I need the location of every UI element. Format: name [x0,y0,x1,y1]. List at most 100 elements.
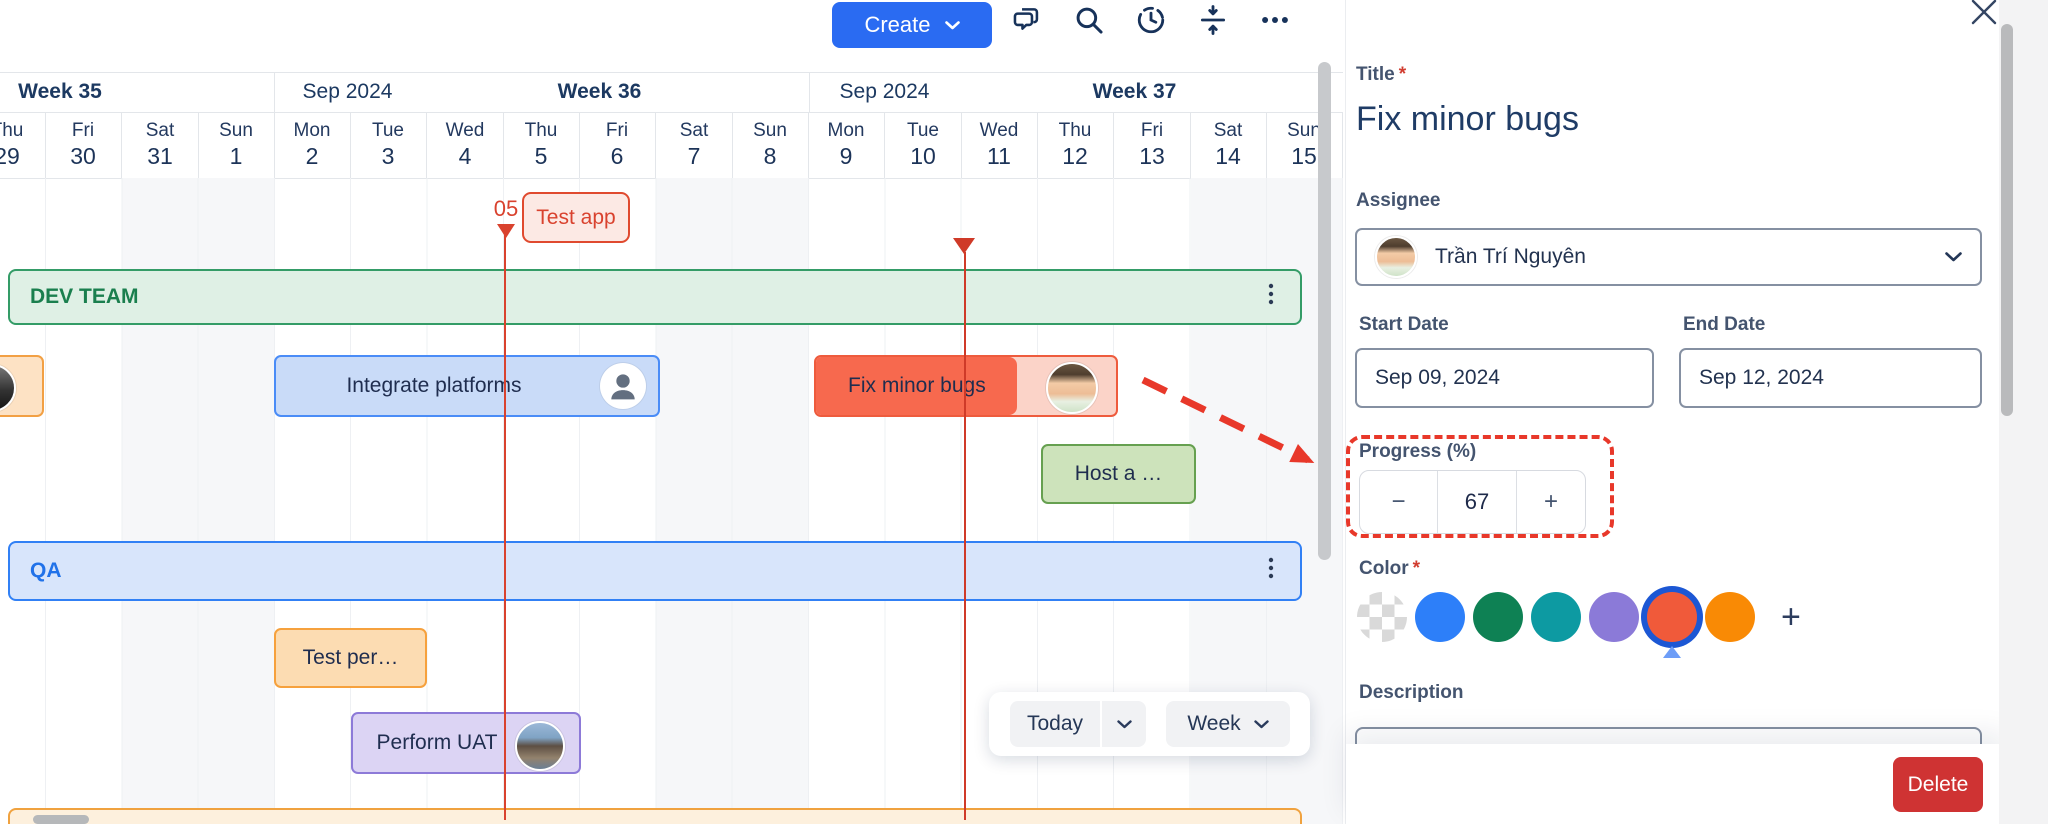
chevron-down-icon [1117,720,1132,729]
day-header-cell: Fri30 [45,112,122,178]
assignee-name: Trần Trí Nguyên [1435,245,1586,269]
day-header-cell: Fri6 [579,112,656,178]
end-date-label: End Date [1683,314,1765,336]
task-title: Perform UAT [377,731,498,755]
day-header-cell: Thu12 [1037,112,1114,178]
day-header-cell: Sun15 [1266,112,1343,178]
vertical-scrollbar[interactable] [1318,62,1331,560]
kebab-menu-icon[interactable] [1260,556,1282,586]
month-header: Sep 2024 [290,80,405,104]
day-header-cell: Mon2 [274,112,351,178]
progress-value-input[interactable]: 67 [1438,471,1516,533]
assignee-label: Assignee [1356,190,1440,212]
default-assignee-icon [600,363,646,409]
view-controls: Today Week [989,692,1310,756]
horizontal-scrollbar[interactable] [33,815,89,824]
comments-icon[interactable] [1008,1,1046,39]
week-header: Week 37 [1072,80,1197,104]
milestone-marker-icon[interactable] [497,224,515,238]
avatar [515,721,565,771]
color-swatch-blue[interactable] [1415,592,1465,642]
kebab-menu-icon[interactable] [1260,282,1282,312]
task-title: Test per… [303,646,399,670]
day-header-cell: Thu5 [503,112,580,178]
avatar [1375,236,1417,278]
search-icon[interactable] [1070,1,1108,39]
more-icon[interactable] [1256,1,1294,39]
close-icon[interactable] [1970,0,1998,26]
task-title-value[interactable]: Fix minor bugs [1356,100,1579,139]
week-header: Week 35 [0,80,120,104]
day-header-cell: Tue3 [350,112,427,178]
color-swatch-purple[interactable] [1589,592,1639,642]
group-bar-dev-team[interactable]: DEV TEAM [8,269,1302,325]
color-swatch-row: + [1357,592,1801,642]
milestone-pill[interactable]: Test app [522,192,630,243]
progress-decrement-button[interactable]: − [1360,471,1438,533]
delete-button[interactable]: Delete [1893,757,1983,812]
today-dropdown-button[interactable] [1102,701,1146,747]
progress-stepper: − 67 + [1359,470,1586,534]
group-bar-bottom[interactable] [8,808,1302,824]
color-swatch-green[interactable] [1473,592,1523,642]
toolbar-icons [1008,1,1294,39]
day-header-cell: Wed4 [427,112,504,178]
avatar [1046,362,1098,414]
day-header-cell: Sat7 [656,112,733,178]
end-date-input[interactable]: Sep 12, 2024 [1679,348,1982,408]
group-label: DEV TEAM [30,285,139,309]
task-detail-panel: Title* Fix minor bugs Assignee Trần Trí … [1345,0,2048,824]
day-header-cell: Tue10 [885,112,962,178]
week-divider [274,72,275,112]
task-bar-fix-minor-bugs[interactable]: Fix minor bugs [814,355,1118,417]
color-swatch-red-selected[interactable] [1647,592,1697,642]
header-top-border [0,72,1343,73]
add-color-button[interactable]: + [1781,598,1801,637]
start-date-label: Start Date [1359,314,1449,336]
day-header-cell: Fri13 [1114,112,1191,178]
fit-rows-icon[interactable] [1194,1,1232,39]
gantt-app-window: Create Week 35 Sep 2024 Week 36 Sep 2024… [0,0,2048,824]
history-icon[interactable] [1132,1,1170,39]
task-title: Integrate platforms [346,374,521,398]
day-header-cell: Sun8 [732,112,809,178]
assignee-select[interactable]: Trần Trí Nguyên [1355,228,1982,286]
title-label: Title* [1356,64,1406,86]
start-date-input[interactable]: Sep 09, 2024 [1355,348,1654,408]
avatar [0,364,16,412]
day-header-cell: Sun1 [198,112,275,178]
task-bar-test-performance[interactable]: Test per… [274,628,427,688]
chevron-down-icon [1254,720,1269,729]
progress-label: Progress (%) [1359,441,1476,463]
progress-increment-button[interactable]: + [1516,471,1585,533]
day-header-cell: Mon9 [808,112,885,178]
group-bar-qa[interactable]: QA [8,541,1302,601]
day-header-cell: Thu29 [0,112,46,178]
color-swatch-none[interactable] [1357,592,1407,642]
today-marker-icon [953,238,975,254]
month-header: Sep 2024 [827,80,942,104]
color-label: Color* [1359,558,1420,580]
color-swatch-teal[interactable] [1531,592,1581,642]
create-button-label: Create [864,12,930,38]
create-button[interactable]: Create [832,2,992,48]
zoom-level-dropdown[interactable]: Week [1166,701,1290,747]
panel-scrollbar-thumb[interactable] [2001,24,2013,416]
task-bar-clipped-left[interactable] [0,355,44,417]
today-button[interactable]: Today [1010,701,1100,747]
chevron-down-icon [945,21,960,30]
day-header-cell: Wed11 [961,112,1038,178]
week-divider [809,72,810,112]
description-label: Description [1359,682,1464,704]
week-header: Week 36 [537,80,662,104]
selected-color-pointer-icon [1663,646,1681,658]
color-swatch-orange[interactable] [1705,592,1755,642]
today-line [964,252,966,820]
task-bar-perform-uat[interactable]: Perform UAT [351,712,581,774]
day-header-cell: Sat14 [1190,112,1267,178]
task-bar-integrate-platforms[interactable]: Integrate platforms [274,355,660,417]
chevron-down-icon [1945,252,1962,262]
day-header-cell: Sat31 [122,112,199,178]
group-label: QA [30,559,62,583]
milestone-line [504,234,506,820]
